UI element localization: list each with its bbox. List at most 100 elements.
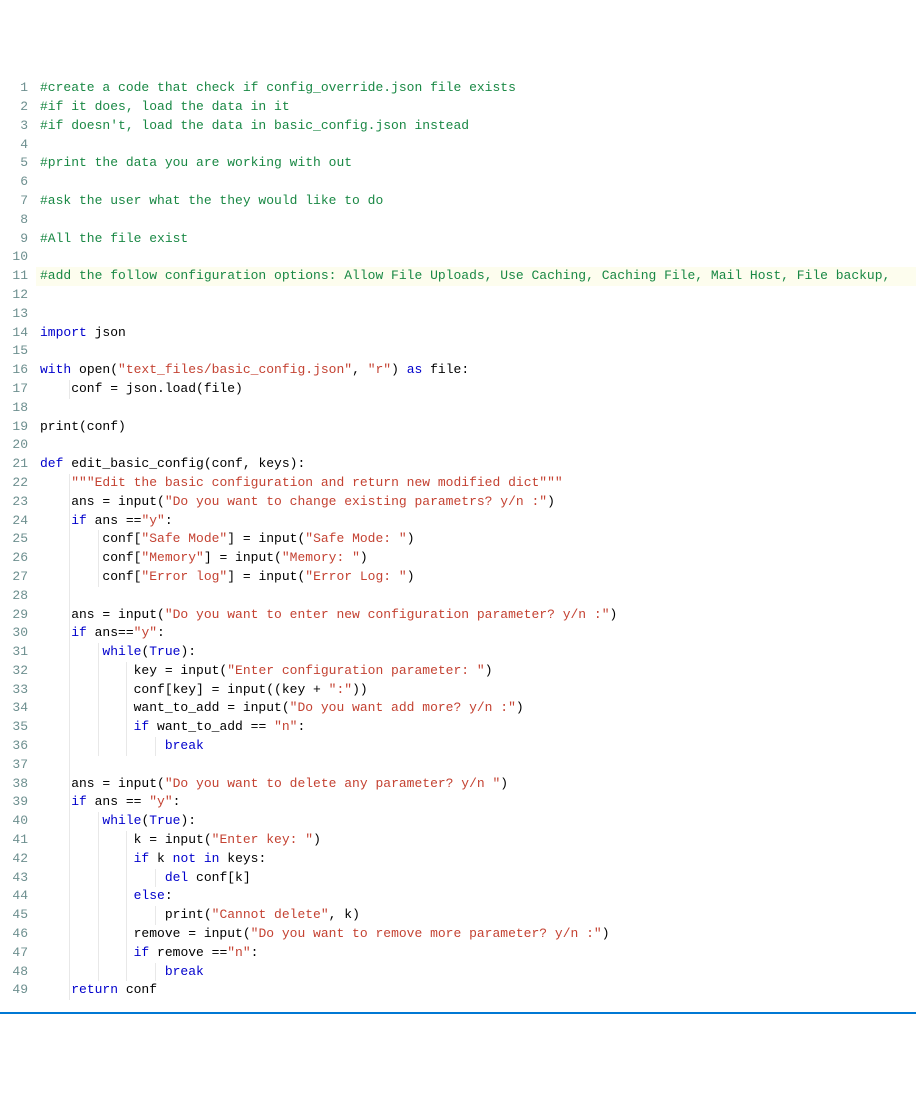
line-number: 19 — [0, 418, 28, 437]
indent-guide — [69, 775, 70, 794]
line-number: 14 — [0, 324, 28, 343]
indent-guide — [69, 925, 70, 944]
line-number: 36 — [0, 737, 28, 756]
code-area[interactable]: #create a code that check if config_over… — [40, 75, 916, 1012]
code-text: ans = input("Do you want to delete any p… — [40, 776, 508, 791]
indent-guide — [69, 981, 70, 1000]
code-text: """Edit the basic configuration and retu… — [40, 475, 563, 490]
code-text: import json — [40, 325, 126, 340]
code-line[interactable] — [40, 211, 916, 230]
code-line[interactable]: def edit_basic_config(conf, keys): — [40, 455, 916, 474]
code-text: conf["Safe Mode"] = input("Safe Mode: ") — [40, 531, 415, 546]
indent-guide — [98, 549, 99, 568]
code-line[interactable] — [40, 305, 916, 324]
code-line[interactable] — [40, 286, 916, 305]
code-line[interactable]: if ans == "y": — [40, 793, 916, 812]
line-number: 13 — [0, 305, 28, 324]
code-line[interactable]: #add the follow configuration options: A… — [36, 267, 916, 286]
indent-guide — [126, 887, 127, 906]
indent-guide — [69, 831, 70, 850]
line-number: 17 — [0, 380, 28, 399]
indent-guide — [69, 587, 70, 606]
code-line[interactable]: if remove =="n": — [40, 944, 916, 963]
code-line[interactable]: #All the file exist — [40, 230, 916, 249]
indent-guide — [98, 568, 99, 587]
line-number: 5 — [0, 154, 28, 173]
code-line[interactable]: conf[key] = input((key + ":")) — [40, 681, 916, 700]
line-number: 18 — [0, 399, 28, 418]
line-number: 8 — [0, 211, 28, 230]
indent-guide — [98, 662, 99, 681]
code-line[interactable]: #create a code that check if config_over… — [40, 79, 916, 98]
indent-guide — [69, 737, 70, 756]
code-line[interactable]: ans = input("Do you want to change exist… — [40, 493, 916, 512]
code-editor[interactable]: 1234567891011121314151617181920212223242… — [0, 75, 916, 1014]
code-text: key = input("Enter configuration paramet… — [40, 663, 493, 678]
code-text: print("Cannot delete", k) — [40, 907, 360, 922]
code-line[interactable] — [40, 436, 916, 455]
line-number: 16 — [0, 361, 28, 380]
indent-guide — [69, 549, 70, 568]
code-line[interactable] — [40, 248, 916, 267]
indent-guide — [69, 963, 70, 982]
indent-guide — [126, 869, 127, 888]
code-text: return conf — [40, 982, 157, 997]
line-number: 28 — [0, 587, 28, 606]
code-line[interactable]: #print the data you are working with out — [40, 154, 916, 173]
line-number: 15 — [0, 342, 28, 361]
code-line[interactable]: with open("text_files/basic_config.json"… — [40, 361, 916, 380]
line-number: 2 — [0, 98, 28, 117]
code-line[interactable] — [40, 136, 916, 155]
indent-guide — [69, 643, 70, 662]
indent-guide — [98, 944, 99, 963]
indent-guide — [126, 681, 127, 700]
code-line[interactable]: if want_to_add == "n": — [40, 718, 916, 737]
code-line[interactable] — [40, 399, 916, 418]
code-line[interactable]: if ans=="y": — [40, 624, 916, 643]
code-line[interactable]: break — [40, 737, 916, 756]
code-line[interactable]: conf = json.load(file) — [40, 380, 916, 399]
code-line[interactable]: remove = input("Do you want to remove mo… — [40, 925, 916, 944]
line-number: 26 — [0, 549, 28, 568]
line-number: 39 — [0, 793, 28, 812]
code-text: while(True): — [40, 813, 196, 828]
indent-guide — [98, 643, 99, 662]
code-line[interactable]: k = input("Enter key: ") — [40, 831, 916, 850]
indent-guide — [69, 944, 70, 963]
code-text: #create a code that check if config_over… — [40, 80, 516, 95]
code-line[interactable]: ans = input("Do you want to enter new co… — [40, 606, 916, 625]
code-line[interactable]: """Edit the basic configuration and retu… — [40, 474, 916, 493]
code-line[interactable]: #if it does, load the data in it — [40, 98, 916, 117]
code-line[interactable] — [40, 173, 916, 192]
code-line[interactable]: while(True): — [40, 643, 916, 662]
code-line[interactable]: conf["Error log"] = input("Error Log: ") — [40, 568, 916, 587]
code-line[interactable]: #ask the user what the they would like t… — [40, 192, 916, 211]
code-line[interactable]: conf["Safe Mode"] = input("Safe Mode: ") — [40, 530, 916, 549]
code-text: conf = json.load(file) — [40, 381, 243, 396]
code-line[interactable]: return conf — [40, 981, 916, 1000]
code-line[interactable]: ans = input("Do you want to delete any p… — [40, 775, 916, 794]
code-line[interactable]: del conf[k] — [40, 869, 916, 888]
code-line[interactable]: conf["Memory"] = input("Memory: ") — [40, 549, 916, 568]
code-line[interactable]: while(True): — [40, 812, 916, 831]
code-line[interactable] — [40, 756, 916, 775]
code-line[interactable]: import json — [40, 324, 916, 343]
code-line[interactable]: #if doesn't, load the data in basic_conf… — [40, 117, 916, 136]
code-line[interactable]: else: — [40, 887, 916, 906]
code-line[interactable]: print(conf) — [40, 418, 916, 437]
indent-guide — [126, 850, 127, 869]
code-text: ans = input("Do you want to change exist… — [40, 494, 555, 509]
code-line[interactable] — [40, 342, 916, 361]
indent-guide — [69, 850, 70, 869]
line-number: 23 — [0, 493, 28, 512]
code-line[interactable] — [40, 587, 916, 606]
code-line[interactable]: print("Cannot delete", k) — [40, 906, 916, 925]
line-number: 1 — [0, 79, 28, 98]
indent-guide — [69, 380, 70, 399]
code-line[interactable]: key = input("Enter configuration paramet… — [40, 662, 916, 681]
code-line[interactable]: if ans =="y": — [40, 512, 916, 531]
code-line[interactable]: if k not in keys: — [40, 850, 916, 869]
code-line[interactable]: want_to_add = input("Do you want add mor… — [40, 699, 916, 718]
code-line[interactable]: break — [40, 963, 916, 982]
indent-guide — [155, 737, 156, 756]
